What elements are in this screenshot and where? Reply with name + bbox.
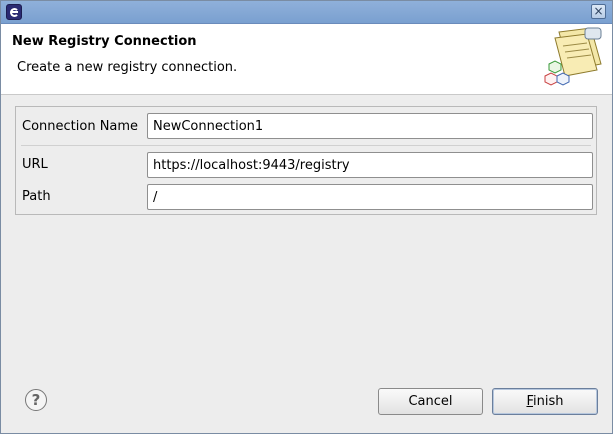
url-input[interactable] [147,152,593,178]
wizard-header: New Registry Connection Create a new reg… [1,24,612,95]
form-divider [21,145,591,146]
title-bar[interactable]: × [1,1,612,24]
connection-name-label: Connection Name [22,119,139,134]
finish-label: inish [533,394,564,409]
help-icon[interactable]: ? [25,389,47,411]
path-input[interactable] [147,184,593,210]
connection-name-input[interactable] [147,113,593,139]
path-label: Path [22,189,51,204]
url-label: URL [22,157,48,172]
dialog-window: × New Registry Connection Create a new r… [0,0,613,434]
page-title: New Registry Connection [12,34,197,49]
registry-wizard-icon [544,27,602,86]
close-icon[interactable]: × [591,4,606,19]
cancel-button[interactable]: Cancel [378,388,483,415]
finish-button[interactable]: Finish [492,388,598,415]
page-description: Create a new registry connection. [17,60,238,75]
app-icon [6,4,22,20]
